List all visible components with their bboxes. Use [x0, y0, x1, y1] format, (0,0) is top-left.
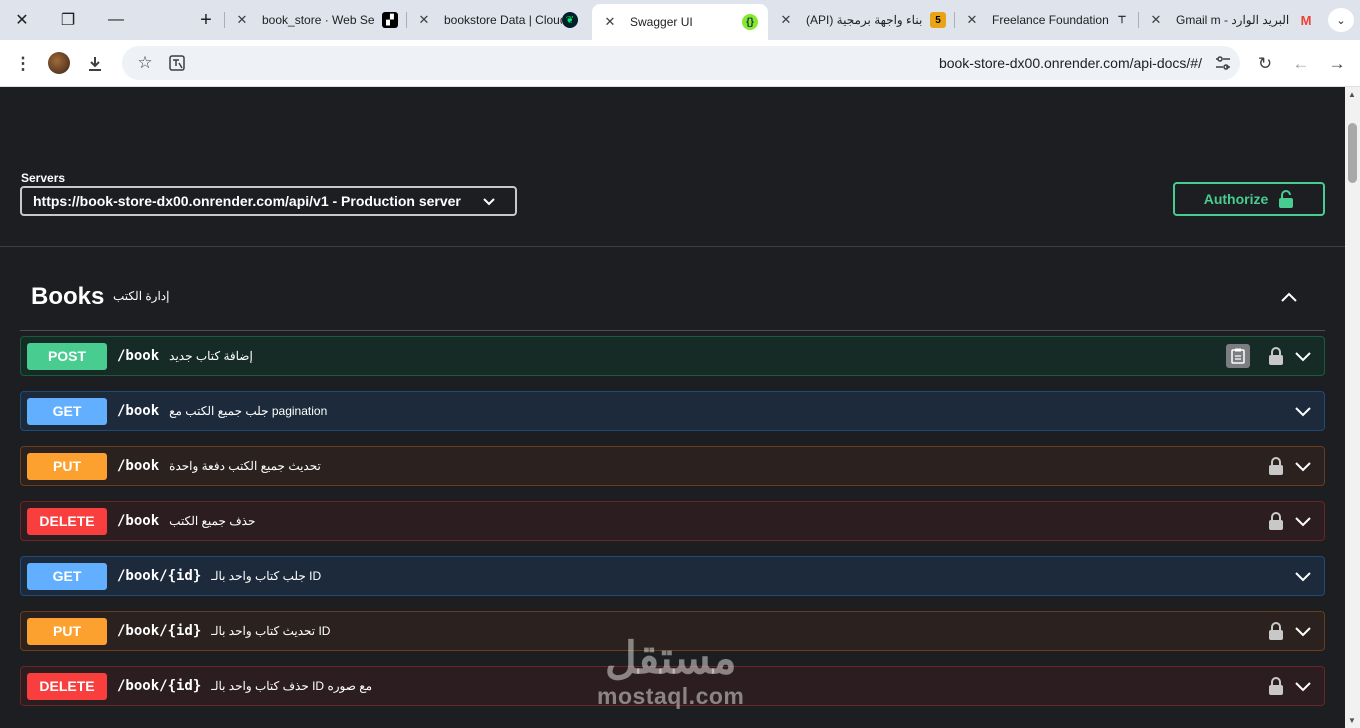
swagger-page: Servers https://book-store-dx00.onrender… [0, 87, 1345, 728]
unlocked-icon [1279, 190, 1294, 208]
chevron-down-icon[interactable] [1294, 349, 1312, 365]
new-tab-button[interactable]: + [194, 8, 218, 32]
operation-summary: تحديث كتاب واحد بالـ ID [211, 624, 331, 638]
operation-path: /book/{id} [117, 678, 202, 694]
lock-icon[interactable] [1268, 457, 1284, 475]
address-bar[interactable]: ☆ book-store-dx00.onrender.com/api-docs/… [122, 46, 1240, 80]
mostaql-watermark: مستقل mostaql.com [597, 634, 745, 710]
method-badge: PUT [27, 617, 107, 645]
method-badge: GET [27, 397, 107, 425]
scroll-down-arrow-icon[interactable]: ▼ [1348, 716, 1356, 725]
download-icon[interactable] [82, 51, 108, 77]
profile-avatar[interactable] [48, 52, 70, 74]
tab-gmail[interactable]: ✕ البريد الوارد - Gmail m M [1148, 6, 1314, 34]
swagger-icon: {} [742, 14, 758, 30]
servers-label: Servers [21, 171, 66, 185]
close-tab-icon[interactable]: ✕ [778, 12, 794, 28]
method-badge: POST [27, 342, 107, 370]
chevron-down-icon[interactable] [1294, 459, 1312, 475]
chevron-down-icon[interactable] [1294, 569, 1312, 585]
lock-icon[interactable] [1268, 677, 1284, 695]
method-badge: DELETE [27, 507, 107, 535]
close-tab-icon[interactable]: ✕ [602, 14, 618, 30]
gmail-icon: M [1300, 12, 1312, 28]
browser-toolbar: ⋮ ☆ book-store-dx00.onrender.com/api-doc… [0, 40, 1360, 87]
translate-icon[interactable] [164, 50, 190, 76]
server-selected-value: https://book-store-dx00.onrender.com/api… [33, 193, 461, 209]
hootsuite-icon: ⊤ [1117, 14, 1127, 26]
minimize-window-icon[interactable]: — [102, 8, 130, 32]
close-tab-icon[interactable]: ✕ [416, 12, 432, 28]
chevron-up-icon[interactable] [1279, 287, 1299, 307]
restore-window-icon[interactable]: ❐ [54, 8, 82, 32]
lock-icon[interactable] [1268, 622, 1284, 640]
operation-path: /book/{id} [117, 623, 202, 639]
menu-kebab-icon[interactable]: ⋮ [10, 51, 36, 77]
authorize-button[interactable]: Authorize [1173, 182, 1325, 216]
bookmark-star-icon[interactable]: ☆ [132, 50, 158, 76]
chevron-down-icon[interactable] [1294, 404, 1312, 420]
chevron-down-icon[interactable] [1294, 624, 1312, 640]
operation-summary: تحديث جميع الكتب دفعة واحدة [169, 459, 321, 473]
operation-put-book[interactable]: PUT /book تحديث جميع الكتب دفعة واحدة [20, 446, 1325, 486]
servers-select[interactable]: https://book-store-dx00.onrender.com/api… [20, 186, 517, 216]
mongodb-leaf-icon: ❦ [562, 12, 578, 28]
tab-freelance[interactable]: ✕ Freelance Foundation ⊤ [964, 6, 1130, 34]
close-tab-icon[interactable]: ✕ [964, 12, 980, 28]
tab-render[interactable]: ✕ book_store · Web Se ▞ [234, 6, 398, 34]
tab-swagger[interactable]: ✕ Swagger UI {} [592, 4, 768, 40]
mostaql-5-icon: 5 [930, 12, 946, 28]
scrollbar-thumb[interactable] [1348, 123, 1357, 183]
tag-description: إدارة الكتب [113, 289, 170, 303]
close-tab-icon[interactable]: ✕ [1148, 12, 1164, 28]
tag-title: Books [31, 283, 105, 310]
scroll-up-arrow-icon[interactable]: ▲ [1348, 90, 1356, 99]
copy-to-clipboard-icon[interactable] [1226, 344, 1250, 368]
reload-icon[interactable]: ↻ [1252, 51, 1278, 77]
chevron-down-icon[interactable] [1294, 514, 1312, 530]
tab-strip: ✕ ❐ — + ✕ book_store · Web Se ▞ ✕ bookst… [0, 0, 1360, 40]
lock-icon[interactable] [1268, 347, 1284, 365]
url-text[interactable]: book-store-dx00.onrender.com/api-docs/#/ [939, 55, 1202, 71]
page-scrollbar[interactable]: ▲ ▼ [1345, 87, 1360, 728]
close-window-icon[interactable]: ✕ [8, 8, 36, 32]
method-badge: DELETE [27, 672, 107, 700]
operation-post-book[interactable]: POST /book إضافة كتاب جديد [20, 336, 1325, 376]
operation-delete-book[interactable]: DELETE /book حذف جميع الكتب [20, 501, 1325, 541]
section-divider [0, 246, 1345, 247]
tab-mongodb[interactable]: ✕ bookstore Data | Cloud ❦ [416, 6, 578, 34]
method-badge: PUT [27, 452, 107, 480]
tab-mostaql[interactable]: ✕ بناء واجهة برمجية (API) 5 [778, 6, 946, 34]
operation-summary: إضافة كتاب جديد [169, 349, 253, 363]
operation-summary: جلب جميع الكتب مع pagination [169, 404, 328, 418]
operation-summary: جلب كتاب واحد بالـ ID [211, 569, 322, 583]
operation-path: /book [117, 403, 160, 419]
operation-get-book[interactable]: GET /book جلب جميع الكتب مع pagination [20, 391, 1325, 431]
forward-arrow-icon[interactable]: ← [1288, 51, 1314, 77]
chevron-down-icon[interactable] [1294, 679, 1312, 695]
back-arrow-icon[interactable]: → [1324, 51, 1350, 77]
operation-get-book-by-id[interactable]: GET /book/{id} جلب كتاب واحد بالـ ID [20, 556, 1325, 596]
operation-summary: حذف كتاب واحد بالـ ID مع صوره [211, 679, 373, 693]
operation-path: /book [117, 458, 160, 474]
tab-search-chevron-down-icon[interactable]: ⌄ [1328, 8, 1354, 32]
operation-path: /book/{id} [117, 568, 202, 584]
chevron-down-icon [483, 198, 495, 206]
operation-path: /book [117, 513, 160, 529]
close-tab-icon[interactable]: ✕ [234, 12, 250, 28]
tag-books-header[interactable]: Books إدارة الكتب [20, 283, 1325, 331]
operation-summary: حذف جميع الكتب [169, 514, 256, 528]
render-icon: ▞ [382, 12, 398, 28]
method-badge: GET [27, 562, 107, 590]
site-settings-icon[interactable] [1210, 50, 1236, 76]
lock-icon[interactable] [1268, 512, 1284, 530]
operation-path: /book [117, 348, 160, 364]
